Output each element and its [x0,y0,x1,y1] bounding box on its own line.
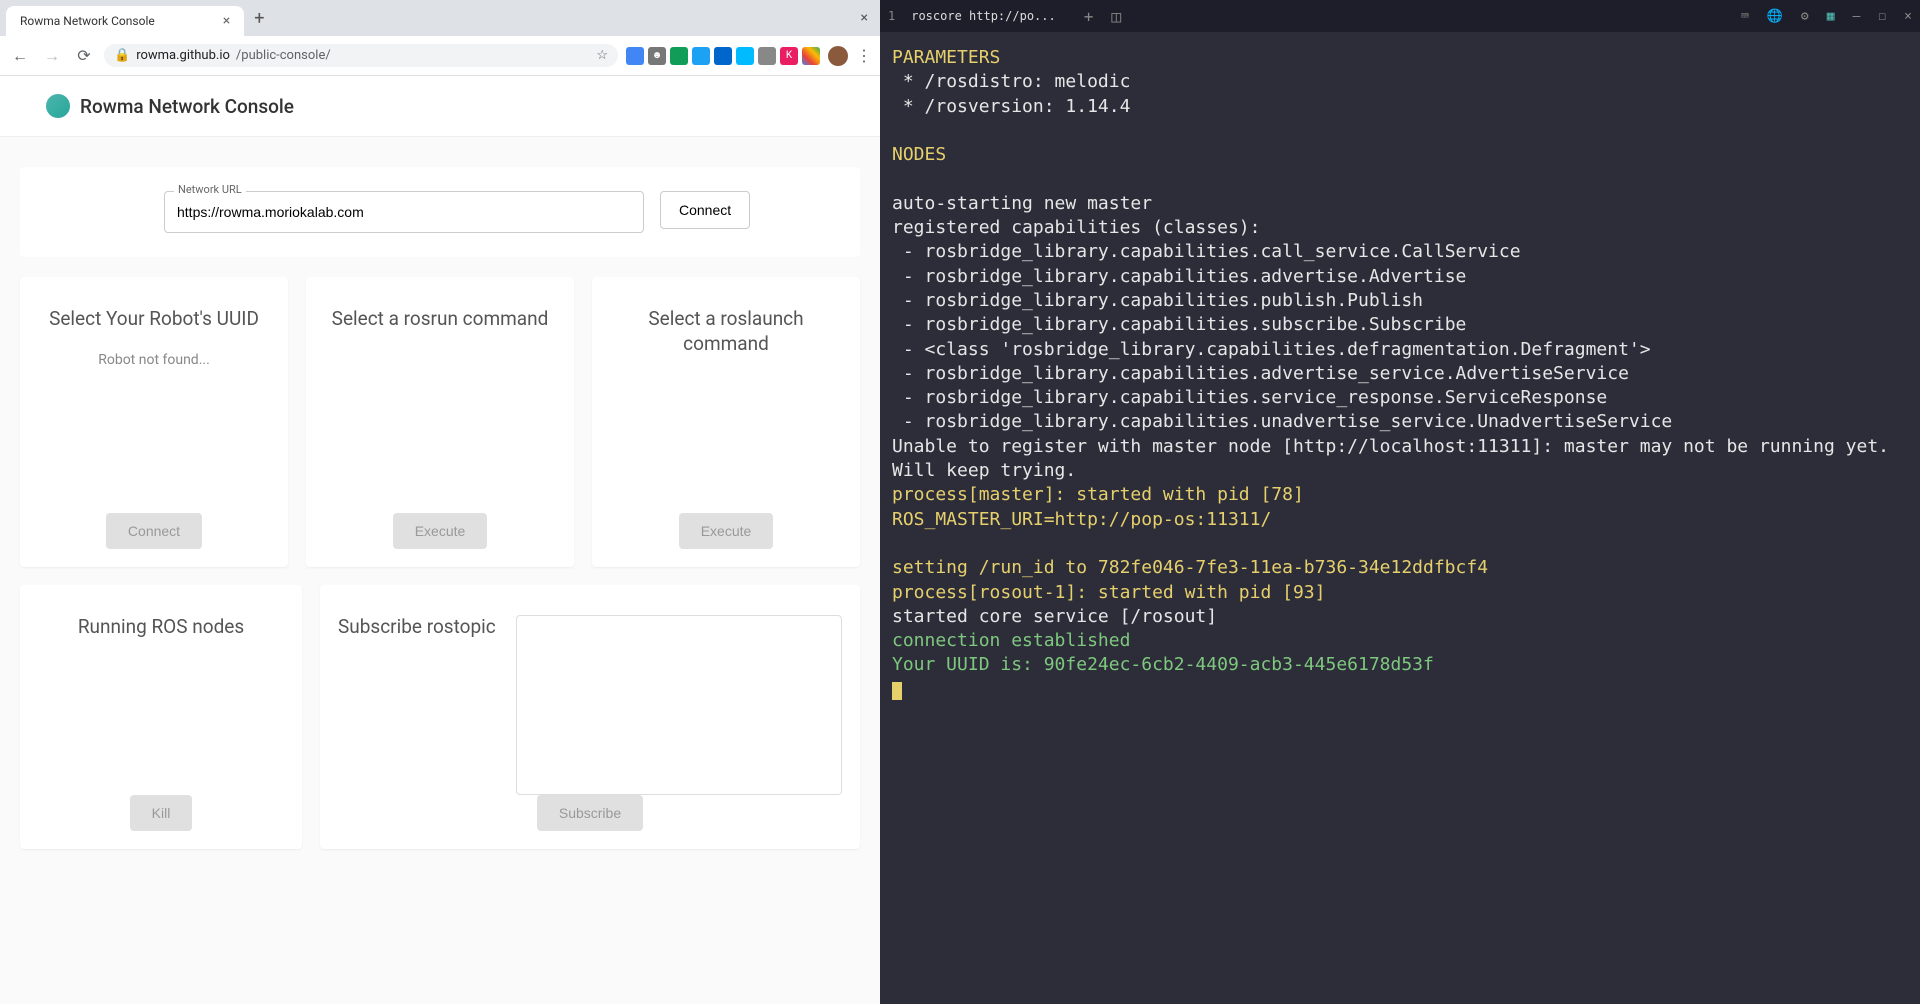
url-box[interactable]: 🔒 rowma.github.io/public-console/ ☆ [104,44,618,67]
profile-avatar[interactable] [828,46,848,66]
terminal-split-icon[interactable]: ◫ [1111,7,1121,26]
term-line: setting /run_id to 782fe046-7fe3-11ea-b7… [892,557,1488,578]
ext-icon[interactable] [736,47,754,65]
terminal-window-controls: ⌨ 🌐 ⚙ ▦ — ☐ × [1741,9,1912,24]
roslaunch-execute-button[interactable]: Execute [679,513,774,549]
browser-window: Rowma Network Console × + × ← → ⟳ 🔒 rowm… [0,0,880,1004]
subscribe-output-box [516,615,842,795]
tab-title: Rowma Network Console [20,14,155,28]
back-button[interactable]: ← [8,46,32,66]
network-url-label: Network URL [174,183,246,196]
term-line: * /rosversion: 1.14.4 [892,96,1130,117]
term-line: process[master]: started with pid [78] [892,484,1304,505]
ext-icon[interactable] [758,47,776,65]
rosrun-card: Select a rosrun command Execute [306,277,574,567]
term-line: PARAMETERS [892,47,1000,68]
terminal-output[interactable]: PARAMETERS * /rosdistro: melodic * /rosv… [880,32,1920,1004]
term-line: - rosbridge_library.capabilities.subscri… [892,314,1466,335]
terminal-cursor [892,682,902,700]
subscribe-card: Subscribe rostopic Subscribe [320,585,860,849]
uuid-connect-button[interactable]: Connect [106,513,202,549]
card-title: Select a roslaunch command [610,307,842,356]
term-line: Your UUID is: 90fe24ec-6cb2-4409-acb3-44… [892,654,1434,675]
browser-tab-bar: Rowma Network Console × + × [0,0,880,36]
terminal-titlebar: 1 roscore http://po... + ◫ ⌨ 🌐 ⚙ ▦ — ☐ × [880,0,1920,32]
term-line: auto-starting new master [892,193,1152,214]
term-line: - rosbridge_library.capabilities.unadver… [892,411,1672,432]
term-line: Unable to register with master node [htt… [892,436,1900,481]
card-title: Subscribe rostopic [338,615,496,640]
bookmark-star-icon[interactable]: ☆ [596,48,608,63]
cards-row-1: Select Your Robot's UUID Robot not found… [0,277,880,585]
keyboard-icon[interactable]: ⌨ [1741,9,1749,24]
terminal-tab-title[interactable]: roscore http://po... [911,9,1056,23]
settings-icon[interactable]: ⚙ [1801,9,1809,24]
close-tab-icon[interactable]: × [223,13,230,29]
term-line: - <class 'rosbridge_library.capabilities… [892,339,1651,360]
term-line: process[rosout-1]: started with pid [93] [892,582,1325,603]
reload-button[interactable]: ⟳ [72,46,96,65]
connection-panel: Network URL Connect [20,167,860,257]
lock-icon: 🔒 [114,48,130,63]
minimize-icon[interactable]: — [1853,9,1861,24]
term-line: - rosbridge_library.capabilities.call_se… [892,241,1521,262]
page-title: Rowma Network Console [80,95,294,118]
ext-icon[interactable] [692,47,710,65]
card-title: Select a rosrun command [332,307,549,332]
card-title: Select Your Robot's UUID [49,307,259,332]
term-line: ROS_MASTER_URI=http://pop-os:11311/ [892,509,1271,530]
rowma-logo-icon [46,94,70,118]
gift-icon[interactable]: ▦ [1827,9,1835,24]
cards-row-2: Running ROS nodes Kill Subscribe rostopi… [0,585,880,867]
term-line: - rosbridge_library.capabilities.adverti… [892,363,1629,384]
ext-icon[interactable] [802,47,820,65]
terminal-window: 1 roscore http://po... + ◫ ⌨ 🌐 ⚙ ▦ — ☐ ×… [880,0,1920,1004]
term-line: NODES [892,144,946,165]
terminal-tab-number: 1 [888,9,895,23]
kill-button[interactable]: Kill [130,795,193,831]
term-line: * /rosdistro: melodic [892,71,1130,92]
terminal-new-tab-icon[interactable]: + [1084,7,1094,26]
network-url-field-wrap: Network URL [164,191,644,233]
extension-icons: ☻ K [626,47,820,65]
close-icon[interactable]: × [1904,9,1912,24]
term-line: registered capabilities (classes): [892,217,1260,238]
term-line: - rosbridge_library.capabilities.publish… [892,290,1423,311]
ext-icon[interactable] [714,47,732,65]
url-host: rowma.github.io [136,48,230,63]
connect-button[interactable]: Connect [660,191,750,229]
ext-icon[interactable] [626,47,644,65]
uuid-card: Select Your Robot's UUID Robot not found… [20,277,288,567]
term-line: started core service [/rosout] [892,606,1217,627]
rosrun-execute-button[interactable]: Execute [393,513,488,549]
network-url-input[interactable] [164,191,644,233]
browser-menu-icon[interactable]: ⋮ [856,46,872,65]
page-content: Rowma Network Console Network URL Connec… [0,76,880,1004]
card-title: Running ROS nodes [78,615,244,640]
term-line: - rosbridge_library.capabilities.service… [892,387,1607,408]
ext-icon[interactable] [670,47,688,65]
running-nodes-card: Running ROS nodes Kill [20,585,302,849]
new-tab-button[interactable]: + [254,8,264,29]
ext-icon[interactable]: K [780,47,798,65]
maximize-icon[interactable]: ☐ [1878,9,1886,24]
subscribe-button[interactable]: Subscribe [537,795,643,831]
forward-button[interactable]: → [40,46,64,66]
robot-not-found-msg: Robot not found... [98,352,210,368]
app-header: Rowma Network Console [0,76,880,137]
ext-icon[interactable]: ☻ [648,47,666,65]
globe-icon[interactable]: 🌐 [1767,9,1783,24]
address-bar: ← → ⟳ 🔒 rowma.github.io/public-console/ … [0,36,880,76]
browser-tab[interactable]: Rowma Network Console × [6,6,244,36]
term-line: connection established [892,630,1130,651]
url-path: /public-console/ [236,48,331,63]
window-close-icon[interactable]: × [861,10,868,26]
term-line: - rosbridge_library.capabilities.adverti… [892,266,1466,287]
roslaunch-card: Select a roslaunch command Execute [592,277,860,567]
